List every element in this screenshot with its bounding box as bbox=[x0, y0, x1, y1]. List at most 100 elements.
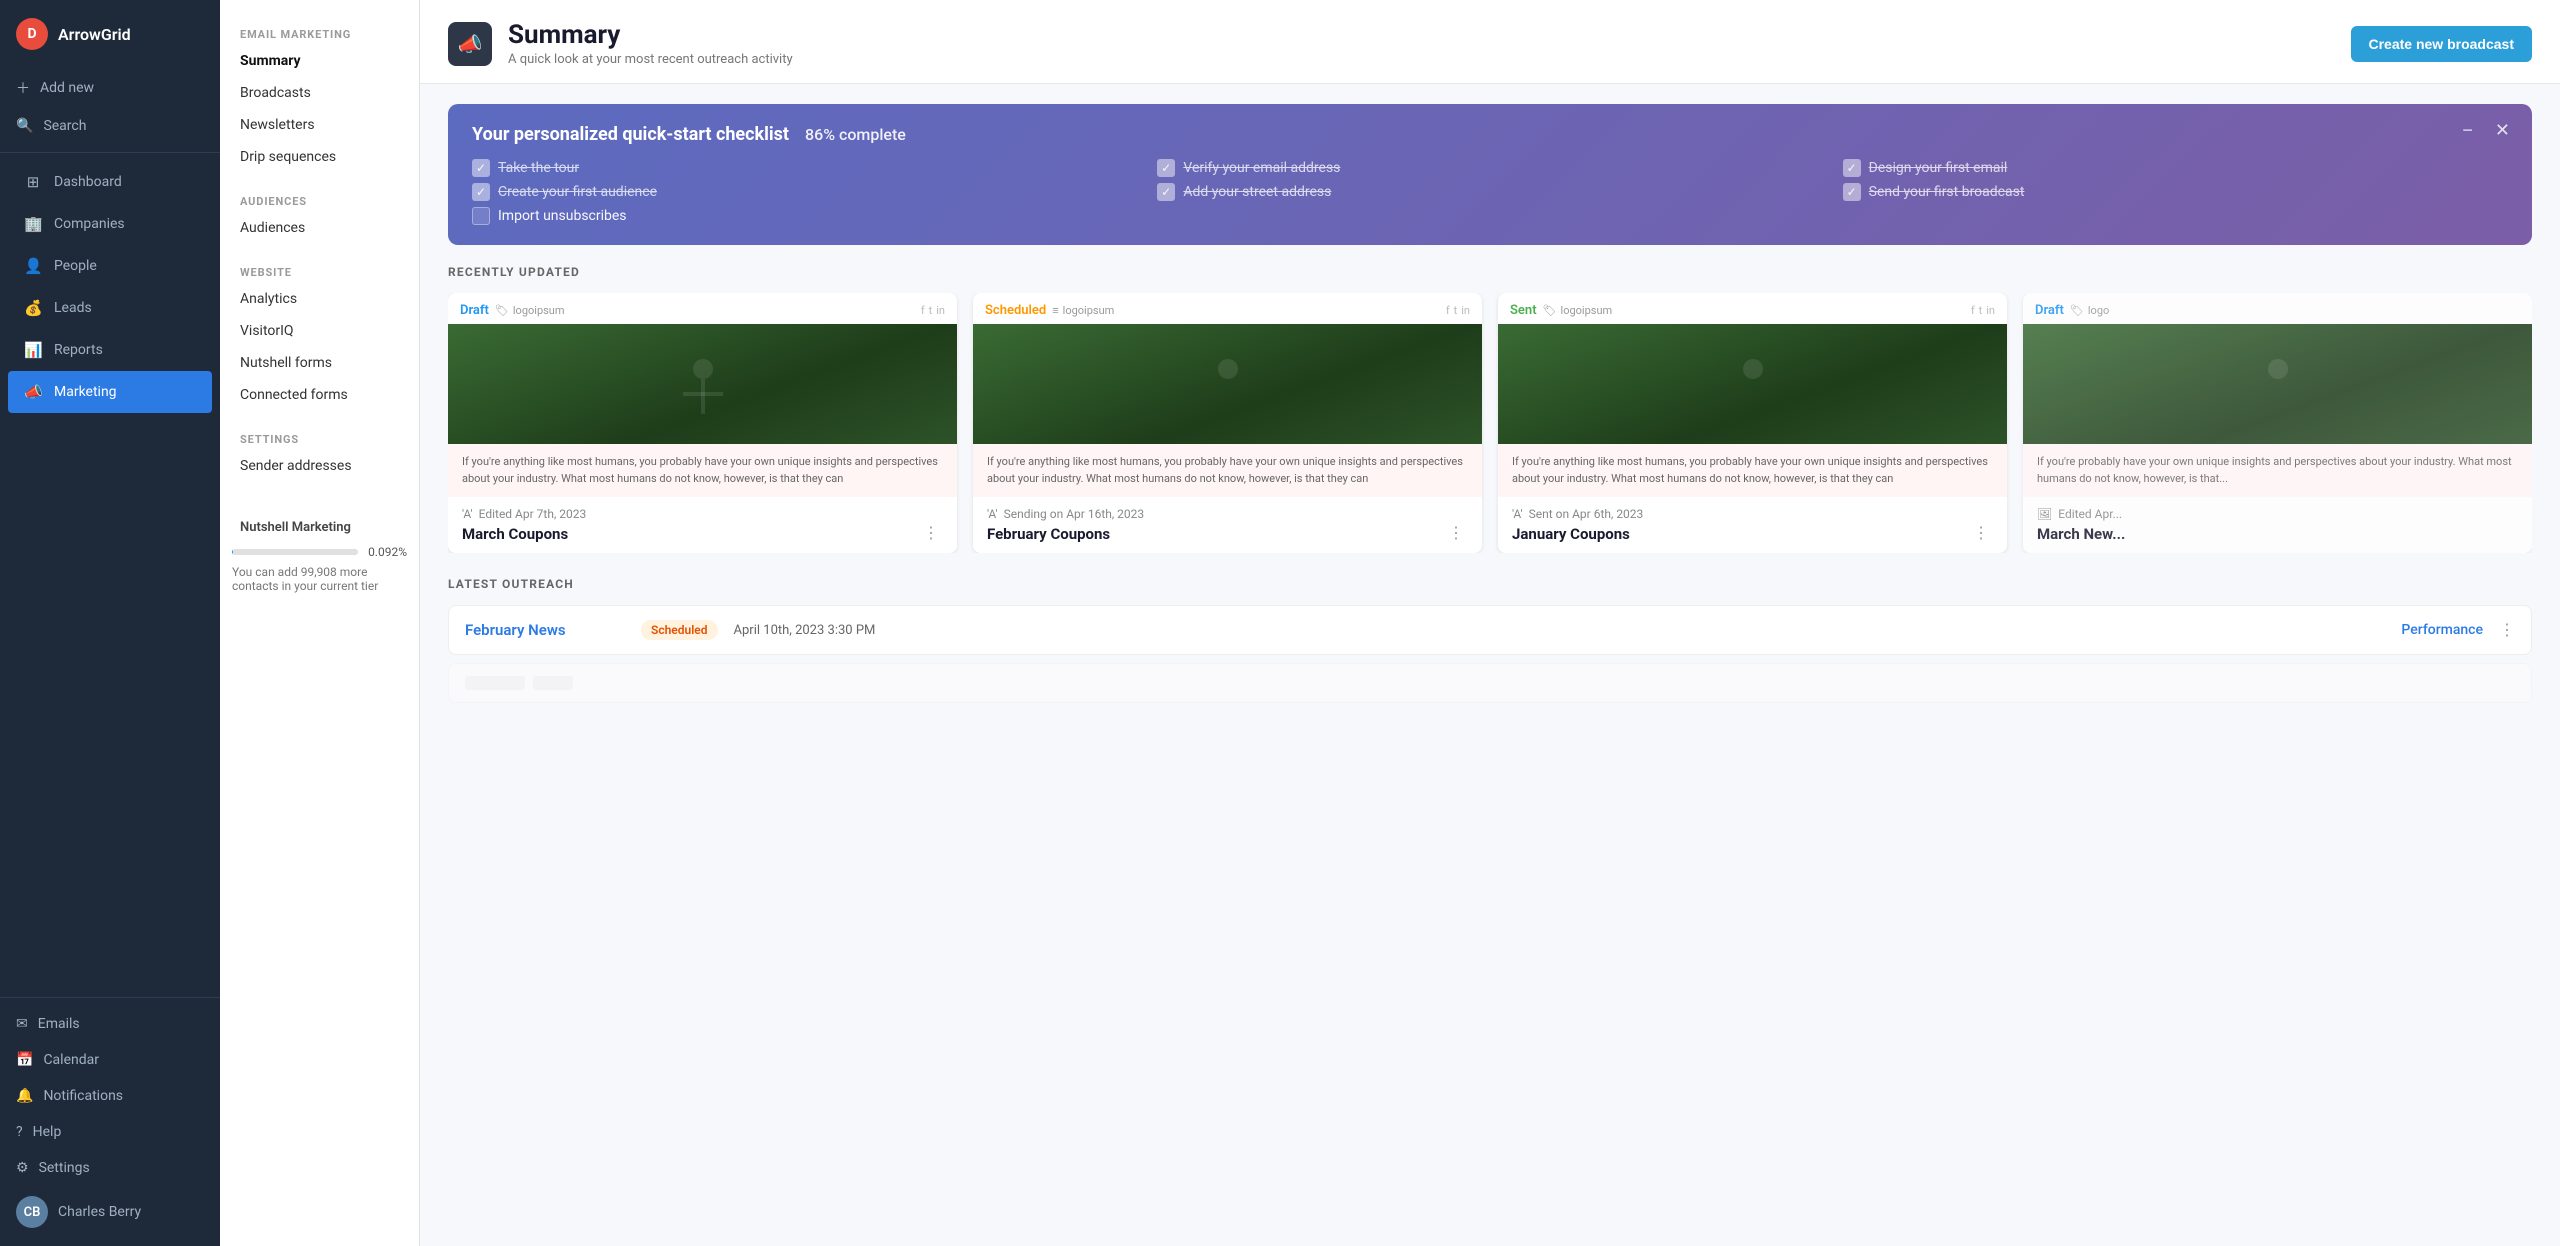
broadcast-card-march-newsletter: Draft 🏷 logo If you're probably have you… bbox=[2023, 293, 2532, 553]
sidebar-item-visitoriq[interactable]: VisitorIQ bbox=[220, 315, 419, 347]
outreach-performance-link[interactable]: Performance bbox=[2401, 622, 2483, 638]
sidebar-item-people[interactable]: 👤 People bbox=[8, 245, 212, 287]
sidebar-item-emails[interactable]: ✉ Emails bbox=[0, 1006, 220, 1042]
card-body-text: If you're anything like most humans, you… bbox=[987, 454, 1468, 487]
logo-icon: 🏷 bbox=[1543, 304, 1557, 317]
checklist-item-design-email[interactable]: ✓ Design your first email bbox=[1843, 159, 2508, 177]
progress-percent: 0.092% bbox=[368, 545, 407, 559]
check-icon: ✓ bbox=[1843, 183, 1861, 201]
marketing-info: You can add 99,908 more contacts in your… bbox=[232, 565, 407, 593]
emails-icon: ✉ bbox=[16, 1016, 28, 1032]
leads-icon: 💰 bbox=[24, 299, 42, 317]
card-body-text: If you're probably have your own unique … bbox=[2037, 454, 2518, 487]
sidebar-item-help[interactable]: ? Help bbox=[0, 1114, 220, 1150]
section-audiences: AUDIENCES bbox=[220, 187, 419, 212]
card-image bbox=[448, 324, 957, 444]
sidebar-item-marketing[interactable]: 📣 Marketing bbox=[8, 371, 212, 413]
sidebar-item-newsletters[interactable]: Newsletters bbox=[220, 109, 419, 141]
card-image-inner bbox=[973, 324, 1482, 444]
card-status-draft: Draft bbox=[460, 303, 489, 318]
outreach-name[interactable]: February News bbox=[465, 621, 625, 639]
checklist-banner: − ✕ Your personalized quick-start checkl… bbox=[448, 104, 2532, 245]
search-button[interactable]: 🔍 Search bbox=[0, 108, 220, 144]
checklist-item-verify-email[interactable]: ✓ Verify your email address bbox=[1157, 159, 1822, 177]
card-footer-row: 'A' Edited Apr 7th, 2023 March Coupons ⋮ bbox=[462, 507, 943, 543]
people-icon: 👤 bbox=[24, 257, 42, 275]
card-more-button[interactable]: ⋮ bbox=[1969, 523, 1993, 543]
card-top: Draft 🏷 logo bbox=[2023, 293, 2532, 324]
card-footer-row: 🖼 Edited Apr... March New... bbox=[2037, 507, 2518, 543]
checklist-close-button[interactable]: ✕ bbox=[2489, 118, 2516, 143]
edited-icon: 'A' bbox=[462, 507, 473, 521]
checklist-item-send-broadcast[interactable]: ✓ Send your first broadcast bbox=[1843, 183, 2508, 201]
plus-icon: ＋ bbox=[16, 78, 30, 98]
checklist-item-import-unsubs[interactable]: Import unsubscribes bbox=[472, 207, 1137, 225]
sidebar-item-settings[interactable]: ⚙ Settings bbox=[0, 1150, 220, 1186]
broadcast-card-march-coupons: Draft 🏷 logoipsum f t in bbox=[448, 293, 957, 553]
recently-updated-title: RECENTLY UPDATED bbox=[448, 265, 2532, 279]
logo-icon: 🏷 bbox=[2070, 304, 2084, 317]
checklist-item-first-audience[interactable]: ✓ Create your first audience bbox=[472, 183, 1137, 201]
card-status-scheduled: Scheduled bbox=[985, 303, 1046, 318]
progress-track bbox=[232, 549, 358, 555]
companies-icon: 🏢 bbox=[24, 215, 42, 233]
page-subtitle: A quick look at your most recent outreac… bbox=[508, 52, 793, 67]
card-title: February Coupons bbox=[987, 525, 1144, 543]
card-more-button[interactable]: ⋮ bbox=[1444, 523, 1468, 543]
check-icon: ✓ bbox=[472, 159, 490, 177]
add-new-button[interactable]: ＋ Add new bbox=[0, 68, 220, 108]
card-logo: 🏷 logo bbox=[2070, 304, 2109, 317]
brand[interactable]: D ArrowGrid bbox=[0, 0, 220, 68]
card-image-inner bbox=[448, 324, 957, 444]
create-broadcast-button[interactable]: Create new broadcast bbox=[2351, 26, 2533, 62]
card-footer: 🖼 Edited Apr... March New... bbox=[2023, 497, 2532, 553]
sidebar-item-sender-addresses[interactable]: Sender addresses bbox=[220, 450, 419, 482]
sidebar-item-drip[interactable]: Drip sequences bbox=[220, 141, 419, 173]
card-top: Scheduled ≡ logoipsum f t in bbox=[973, 293, 1482, 324]
sidebar-item-companies[interactable]: 🏢 Companies bbox=[8, 203, 212, 245]
marketing-label: Nutshell Marketing bbox=[232, 512, 407, 539]
main-content: 📣 Summary A quick look at your most rece… bbox=[420, 0, 2560, 1246]
latest-outreach-section: LATEST OUTREACH February News Scheduled … bbox=[420, 577, 2560, 735]
card-logo: ≡ logoipsum bbox=[1052, 304, 1114, 317]
divider bbox=[0, 152, 220, 153]
card-body: If you're anything like most humans, you… bbox=[1498, 444, 2007, 497]
card-image bbox=[2023, 324, 2532, 444]
checklist-item-tour[interactable]: ✓ Take the tour bbox=[472, 159, 1137, 177]
linkedin-icon: in bbox=[1461, 304, 1470, 317]
sidebar-item-dashboard[interactable]: ⊞ Dashboard bbox=[8, 161, 212, 203]
card-edited: 'A' Sending on Apr 16th, 2023 bbox=[987, 507, 1144, 521]
sidebar-item-audiences[interactable]: Audiences bbox=[220, 212, 419, 244]
user-profile[interactable]: CB Charles Berry bbox=[0, 1186, 220, 1238]
sidebar-item-calendar[interactable]: 📅 Calendar bbox=[0, 1042, 220, 1078]
checklist-item-street-address[interactable]: ✓ Add your street address bbox=[1157, 183, 1822, 201]
card-status-sent: Sent bbox=[1510, 303, 1537, 318]
card-more-button[interactable]: ⋮ bbox=[919, 523, 943, 543]
sidebar-item-leads[interactable]: 💰 Leads bbox=[8, 287, 212, 329]
header-text: Summary A quick look at your most recent… bbox=[508, 20, 793, 67]
card-edited: 🖼 Edited Apr... bbox=[2037, 507, 2125, 521]
sidebar-item-connected-forms[interactable]: Connected forms bbox=[220, 379, 419, 411]
card-body: If you're anything like most humans, you… bbox=[448, 444, 957, 497]
search-icon: 🔍 bbox=[16, 118, 33, 134]
sidebar-item-summary[interactable]: Summary bbox=[220, 45, 419, 77]
help-icon: ? bbox=[16, 1124, 23, 1140]
partial-row-content bbox=[465, 676, 573, 690]
checklist-minimize-button[interactable]: − bbox=[2456, 118, 2479, 143]
sidebar-item-reports[interactable]: 📊 Reports bbox=[8, 329, 212, 371]
social-icons: f t in bbox=[1446, 304, 1470, 317]
sidebar-item-broadcasts[interactable]: Broadcasts bbox=[220, 77, 419, 109]
card-title: January Coupons bbox=[1512, 525, 1643, 543]
dashboard-icon: ⊞ bbox=[24, 173, 42, 191]
card-body-text: If you're anything like most humans, you… bbox=[462, 454, 943, 487]
sidebar-item-notifications[interactable]: 🔔 Notifications bbox=[0, 1078, 220, 1114]
broadcast-cards-row: Draft 🏷 logoipsum f t in bbox=[448, 293, 2532, 553]
outreach-more-button[interactable]: ⋮ bbox=[2499, 620, 2515, 640]
checklist-controls: − ✕ bbox=[2456, 118, 2516, 143]
card-image bbox=[973, 324, 1482, 444]
check-icon: ✓ bbox=[1157, 183, 1175, 201]
sidebar-item-nutshell-forms[interactable]: Nutshell forms bbox=[220, 347, 419, 379]
card-footer: 'A' Edited Apr 7th, 2023 March Coupons ⋮ bbox=[448, 497, 957, 553]
sidebar-item-analytics[interactable]: Analytics bbox=[220, 283, 419, 315]
card-logo: 🏷 logoipsum bbox=[495, 304, 565, 317]
